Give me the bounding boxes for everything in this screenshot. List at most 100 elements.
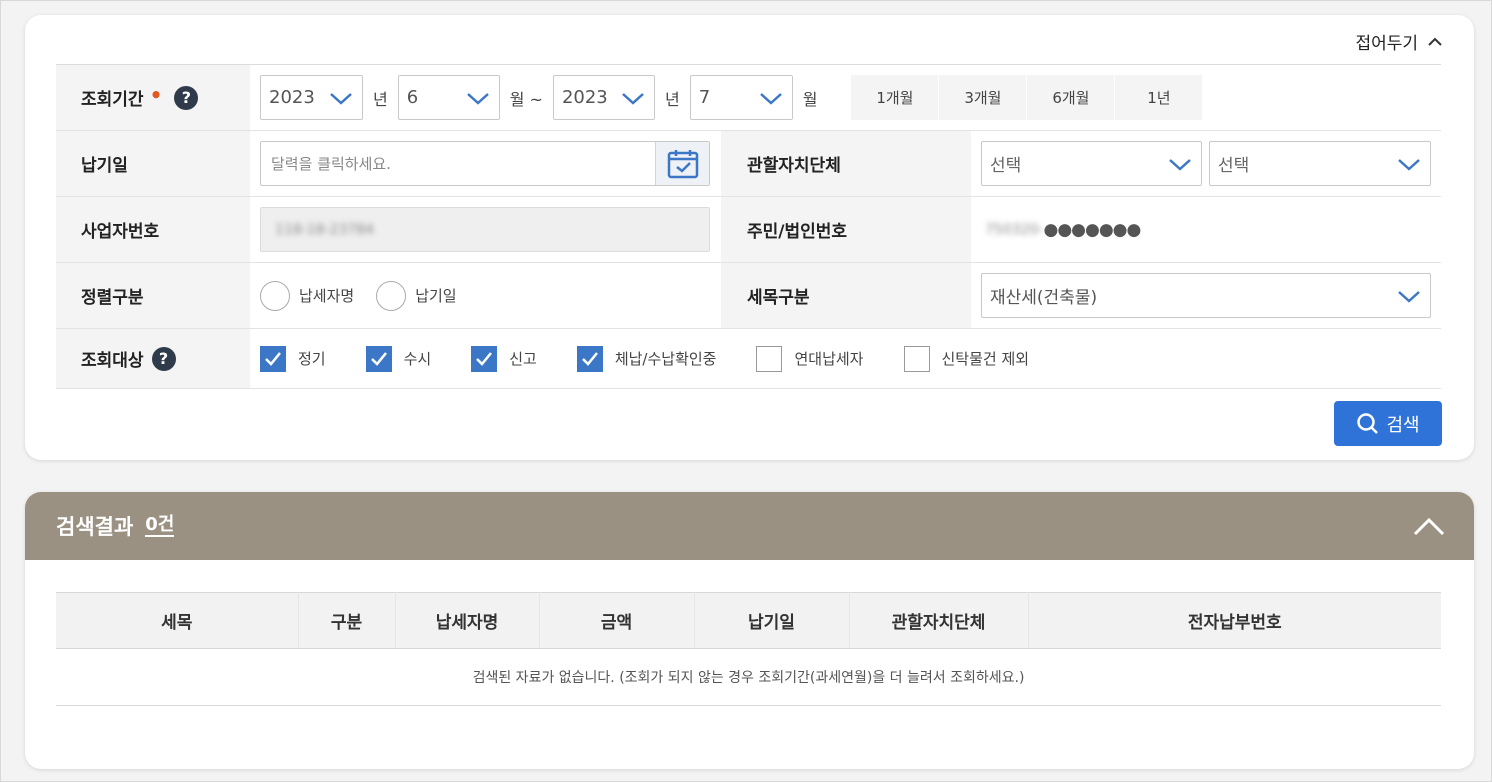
column-header: 관할자치단체 bbox=[849, 592, 1029, 649]
target-label: 조회대상 bbox=[81, 351, 144, 371]
results-count: 0건 bbox=[145, 514, 175, 537]
checkbox-checked[interactable] bbox=[471, 345, 498, 372]
jurisdiction-select-1-value: 선택 bbox=[990, 156, 1022, 176]
chevron-down-icon bbox=[1398, 290, 1420, 303]
results-table: 세목 구분 납세자명 금액 납기일 관할자치단체 전자납부번호 검색된 자료가 … bbox=[56, 592, 1441, 706]
column-header: 전자납부번호 bbox=[1028, 592, 1441, 649]
jurisdiction-select-2[interactable]: 선택 bbox=[1209, 141, 1431, 186]
help-icon[interactable]: ? bbox=[151, 346, 176, 371]
start-year-select[interactable]: 2023 bbox=[260, 75, 363, 120]
sort-label: 정렬구분 bbox=[56, 263, 250, 328]
search-button-label: 검색 bbox=[1386, 414, 1420, 436]
resident-no-prefix: 750320- bbox=[985, 221, 1044, 238]
resident-no-dots: ●●●●●●● bbox=[1043, 219, 1142, 240]
empty-message: 검색된 자료가 없습니다. (조회가 되지 않는 경우 조회기간(과세연월)을 … bbox=[56, 648, 1441, 706]
resident-no-label: 주민/법인번호 bbox=[721, 197, 971, 262]
quick-3month-button[interactable]: 3개월 bbox=[939, 75, 1028, 120]
target-option-joint-taxpayer[interactable]: 연대납세자 bbox=[756, 345, 864, 372]
unit-year: 년 bbox=[373, 89, 388, 109]
unit-month: 월 bbox=[802, 89, 818, 109]
page-frame: 접어두기 조회기간 • ? 2023 년 6 월 ~ 2023 년 7 월 1개… bbox=[0, 0, 1492, 782]
target-option-arrears[interactable]: 체납/수납확인중 bbox=[576, 345, 717, 372]
search-form: 조회기간 • ? 2023 년 6 월 ~ 2023 년 7 월 1개월 3개월… bbox=[56, 64, 1441, 389]
sort-cell: 납세자명 납기일 bbox=[250, 263, 721, 328]
pay-date-input[interactable]: 달력을 클릭하세요. bbox=[260, 141, 710, 186]
target-option-regular[interactable]: 정기 bbox=[260, 345, 326, 372]
period-label-cell: 조회기간 • ? bbox=[56, 65, 250, 130]
biz-no-cell: 118-18-23784 bbox=[250, 197, 721, 262]
tax-item-label: 세목구분 bbox=[721, 263, 971, 328]
tax-item-select[interactable]: 재산세(건축물) bbox=[981, 273, 1431, 318]
chevron-down-icon bbox=[330, 92, 352, 105]
chevron-up-icon bbox=[1428, 37, 1442, 46]
row-biz-no: 사업자번호 118-18-23784 주민/법인번호 750320- ●●●●●… bbox=[56, 197, 1441, 263]
start-month-value: 6 bbox=[406, 87, 419, 108]
column-header: 금액 bbox=[539, 592, 695, 649]
fold-label: 접어두기 bbox=[1355, 34, 1418, 54]
calendar-button[interactable] bbox=[655, 142, 709, 185]
checkbox-checked[interactable] bbox=[260, 345, 286, 372]
search-icon bbox=[1357, 412, 1379, 434]
target-option-label: 수시 bbox=[403, 350, 432, 368]
results-card: 검색결과 0건 세목 구분 납세자명 금액 납기일 관할자치단체 전자납부번호 … bbox=[25, 492, 1474, 769]
quick-1year-button[interactable]: 1년 bbox=[1115, 75, 1204, 120]
chevron-down-icon bbox=[466, 92, 489, 105]
help-icon[interactable]: ? bbox=[174, 85, 199, 110]
results-title: 검색결과 bbox=[56, 515, 134, 539]
search-filter-card: 접어두기 조회기간 • ? 2023 년 6 월 ~ 2023 년 7 월 1개… bbox=[25, 15, 1474, 460]
chevron-down-icon bbox=[1169, 158, 1191, 171]
pay-date-placeholder: 달력을 클릭하세요. bbox=[271, 155, 391, 173]
row-period: 조회기간 • ? 2023 년 6 월 ~ 2023 년 7 월 1개월 3개월… bbox=[56, 65, 1441, 131]
pay-date-cell: 달력을 클릭하세요. bbox=[250, 131, 721, 196]
sort-option-pay-date[interactable]: 납기일 bbox=[376, 280, 457, 311]
unit-year-2: 년 bbox=[664, 89, 680, 109]
check-icon bbox=[476, 351, 493, 366]
column-header: 구분 bbox=[298, 592, 396, 649]
jurisdiction-select-2-value: 선택 bbox=[1218, 156, 1250, 176]
target-option-occasional[interactable]: 수시 bbox=[365, 345, 432, 372]
jurisdiction-label: 관할자치단체 bbox=[721, 131, 971, 196]
row-sort: 정렬구분 납세자명 납기일 세목구분 재산세(건축물) bbox=[56, 263, 1441, 329]
column-header: 납기일 bbox=[694, 592, 850, 649]
target-option-label: 신고 bbox=[509, 350, 537, 368]
tax-item-value: 재산세(건축물) bbox=[990, 288, 1098, 308]
search-button[interactable]: 검색 bbox=[1334, 401, 1442, 446]
chevron-down-icon bbox=[759, 92, 782, 105]
end-month-select[interactable]: 7 bbox=[689, 75, 793, 120]
chevron-down-icon bbox=[1398, 158, 1420, 171]
tax-item-cell: 재산세(건축물) bbox=[971, 263, 1431, 328]
target-option-label: 체납/수납확인중 bbox=[614, 350, 717, 368]
biz-no-value: 118-18-23784 bbox=[275, 221, 375, 238]
biz-no-label: 사업자번호 bbox=[56, 197, 250, 262]
target-option-label: 연대납세자 bbox=[794, 350, 864, 368]
start-year-value: 2023 bbox=[269, 87, 315, 108]
calendar-icon bbox=[667, 149, 698, 178]
jurisdiction-cell: 선택 선택 bbox=[971, 131, 1431, 196]
fold-toggle[interactable]: 접어두기 bbox=[1355, 29, 1444, 54]
end-month-value: 7 bbox=[698, 87, 711, 108]
target-option-label: 정기 bbox=[298, 350, 326, 368]
checkbox-unchecked[interactable] bbox=[903, 345, 930, 372]
checkbox-unchecked[interactable] bbox=[756, 345, 783, 372]
checkbox-checked[interactable] bbox=[365, 345, 392, 372]
check-icon bbox=[265, 351, 281, 366]
end-year-value: 2023 bbox=[561, 87, 608, 108]
target-label-cell: 조회대상 ? bbox=[56, 329, 250, 388]
sort-option-taxpayer-label: 납세자명 bbox=[299, 287, 355, 305]
target-option-trust-exclude[interactable]: 신탁물건 제외 bbox=[903, 345, 1030, 372]
start-month-select[interactable]: 6 bbox=[397, 75, 500, 120]
checkbox-checked[interactable] bbox=[576, 345, 603, 372]
pay-date-label: 납기일 bbox=[56, 131, 250, 196]
end-year-select[interactable]: 2023 bbox=[552, 75, 655, 120]
radio-circle[interactable] bbox=[376, 280, 407, 311]
quick-6month-button[interactable]: 6개월 bbox=[1027, 75, 1116, 120]
collapse-chevron-up-icon[interactable] bbox=[1412, 512, 1446, 540]
target-option-report[interactable]: 신고 bbox=[471, 345, 537, 372]
target-option-label: 신탁물건 제외 bbox=[941, 350, 1030, 368]
radio-circle[interactable] bbox=[260, 280, 290, 311]
quick-1month-button[interactable]: 1개월 bbox=[851, 75, 940, 120]
row-pay-date: 납기일 달력을 클릭하세요. 관할자치단체 선택 선택 bbox=[56, 131, 1441, 197]
jurisdiction-select-1[interactable]: 선택 bbox=[981, 141, 1202, 186]
required-mark: • bbox=[149, 82, 163, 107]
sort-option-taxpayer[interactable]: 납세자명 bbox=[260, 280, 355, 311]
